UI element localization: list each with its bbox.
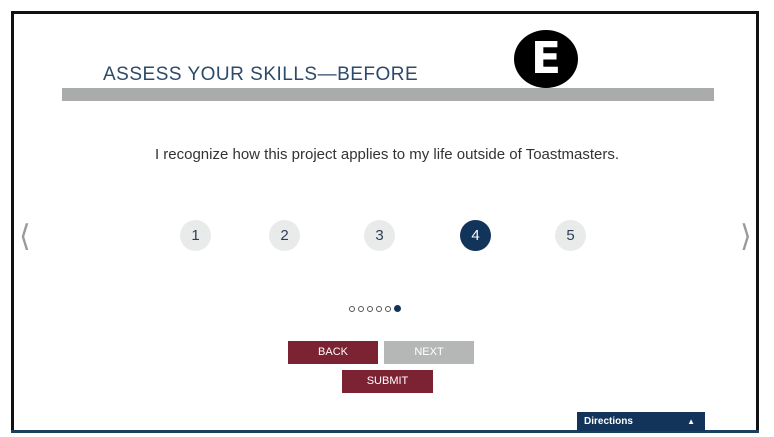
progress-dot-current	[394, 305, 401, 312]
progress-dot	[376, 305, 382, 312]
progress-dots	[349, 305, 401, 312]
previous-arrow-icon[interactable]: ⟨	[19, 222, 31, 252]
rating-option-1[interactable]: 1	[180, 220, 211, 251]
rating-option-2[interactable]: 2	[269, 220, 300, 251]
rating-option-3[interactable]: 3	[364, 220, 395, 251]
progress-dot	[349, 305, 355, 312]
assessment-statement: I recognize how this project applies to …	[154, 146, 620, 163]
submit-button[interactable]: SUBMIT	[342, 370, 433, 393]
back-button[interactable]: BACK	[288, 341, 378, 364]
next-arrow-icon[interactable]: ⟩	[740, 222, 752, 252]
caret-up-icon: ▲	[687, 417, 695, 426]
progress-dot	[358, 305, 364, 312]
progress-dot	[385, 305, 391, 312]
section-badge-e: E	[514, 30, 578, 88]
next-button[interactable]: NEXT	[384, 341, 474, 364]
page-title: ASSESS YOUR SKILLS—BEFORE	[103, 64, 419, 85]
rating-option-5[interactable]: 5	[555, 220, 586, 251]
directions-label: Directions	[584, 416, 633, 427]
title-underline-bar	[62, 88, 714, 101]
directions-toggle[interactable]: Directions ▲	[577, 412, 705, 431]
progress-dot	[367, 305, 373, 312]
rating-option-4[interactable]: 4	[460, 220, 491, 251]
